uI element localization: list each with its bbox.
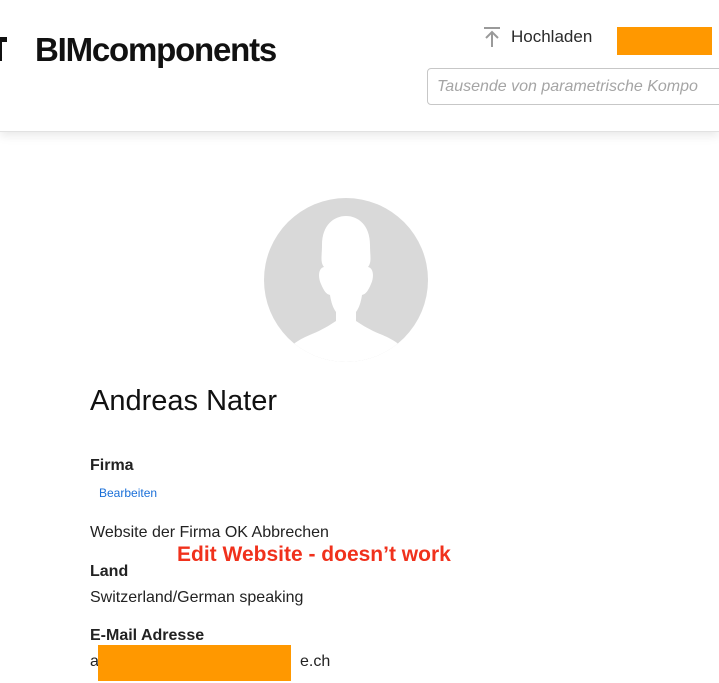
edit-company-link[interactable]: Bearbeiten [99,486,157,500]
logo-mark[interactable]: ® [0,37,8,62]
redaction-box [617,27,712,55]
country-value: Switzerland/German speaking [90,589,304,606]
upload-arrow-icon [484,27,500,47]
profile-page: Andreas Nater Firma Bearbeiten Website d… [0,132,719,683]
upload-button[interactable]: Hochladen [482,24,592,50]
website-edit-row: Website der Firma OK Abbrechen [90,524,329,542]
email-label: E-Mail Adresse [90,627,205,644]
upload-label: Hochladen [511,27,593,46]
registered-mark: ® [0,55,2,62]
user-menu[interactable]: at [617,27,719,55]
redaction-box [98,645,291,681]
profile-name: Andreas Nater [90,385,277,417]
website-cancel-button[interactable]: Abbrechen [252,524,329,541]
site-header: ® BIMcomponents Hochladen at [0,0,719,132]
country-label: Land [90,563,129,580]
company-label: Firma [90,457,134,474]
avatar-icon [264,198,428,362]
website-ok-button[interactable]: OK [225,524,248,541]
annotation-text: Edit Website - doesn’t work [177,543,451,566]
website-label: Website der Firma [90,524,221,541]
email-suffix: e.ch [300,653,331,670]
search-input[interactable] [427,68,719,105]
brand-name[interactable]: BIMcomponents [35,31,277,69]
